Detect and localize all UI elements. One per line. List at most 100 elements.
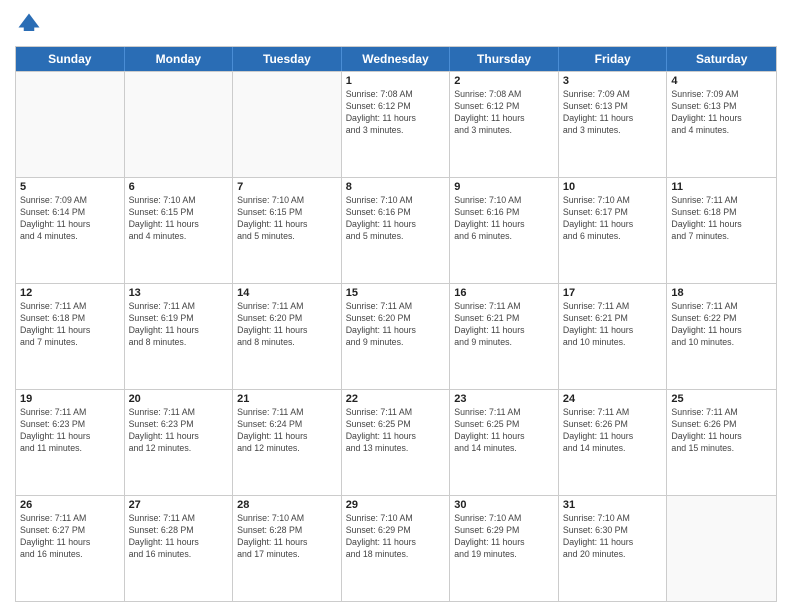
cell-day-number: 6 — [129, 181, 229, 193]
cell-day-number: 31 — [563, 499, 663, 511]
cell-day-info: Sunrise: 7:10 AM Sunset: 6:15 PM Dayligh… — [129, 195, 229, 243]
calendar-cell: 1 Sunrise: 7:08 AM Sunset: 6:12 PM Daylig… — [342, 72, 451, 177]
header — [15, 10, 777, 38]
calendar-row: 19Sunrise: 7:11 AM Sunset: 6:23 PM Dayli… — [16, 389, 776, 495]
calendar-cell: 25 Sunrise: 7:11 AM Sunset: 6:26 PM Dayli… — [667, 390, 776, 495]
calendar-cell — [125, 72, 234, 177]
weekday-header: Wednesday — [342, 47, 451, 71]
cell-day-info: Sunrise: 7:10 AM Sunset: 6:29 PM Dayligh… — [454, 513, 554, 561]
cell-day-info: Sunrise: 7:10 AM Sunset: 6:17 PM Dayligh… — [563, 195, 663, 243]
calendar-cell: 30 Sunrise: 7:10 AM Sunset: 6:29 PM Dayli… — [450, 496, 559, 601]
cell-day-number: 1 — [346, 75, 446, 87]
calendar-row: 26Sunrise: 7:11 AM Sunset: 6:27 PM Dayli… — [16, 495, 776, 601]
cell-day-info: Sunrise: 7:11 AM Sunset: 6:18 PM Dayligh… — [20, 301, 120, 349]
calendar-cell: 21Sunrise: 7:11 AM Sunset: 6:24 PM Dayli… — [233, 390, 342, 495]
cell-day-number: 4 — [671, 75, 772, 87]
weekday-header: Saturday — [667, 47, 776, 71]
calendar-cell: 27 Sunrise: 7:11 AM Sunset: 6:28 PM Dayli… — [125, 496, 234, 601]
cell-day-number: 19 — [20, 393, 120, 405]
calendar-header: SundayMondayTuesdayWednesdayThursdayFrid… — [16, 47, 776, 71]
cell-day-info: Sunrise: 7:08 AM Sunset: 6:12 PM Dayligh… — [454, 89, 554, 137]
calendar-cell: 7 Sunrise: 7:10 AM Sunset: 6:15 PM Daylig… — [233, 178, 342, 283]
cell-day-info: Sunrise: 7:10 AM Sunset: 6:16 PM Dayligh… — [346, 195, 446, 243]
cell-day-info: Sunrise: 7:09 AM Sunset: 6:13 PM Dayligh… — [671, 89, 772, 137]
cell-day-number: 10 — [563, 181, 663, 193]
cell-day-number: 7 — [237, 181, 337, 193]
calendar-cell: 3 Sunrise: 7:09 AM Sunset: 6:13 PM Daylig… — [559, 72, 668, 177]
calendar-body: 1 Sunrise: 7:08 AM Sunset: 6:12 PM Daylig… — [16, 71, 776, 601]
weekday-header: Thursday — [450, 47, 559, 71]
page: SundayMondayTuesdayWednesdayThursdayFrid… — [0, 0, 792, 612]
cell-day-number: 25 — [671, 393, 772, 405]
weekday-header: Friday — [559, 47, 668, 71]
cell-day-number: 21 — [237, 393, 337, 405]
calendar-cell: 23Sunrise: 7:11 AM Sunset: 6:25 PM Dayli… — [450, 390, 559, 495]
calendar-cell: 9 Sunrise: 7:10 AM Sunset: 6:16 PM Daylig… — [450, 178, 559, 283]
cell-day-info: Sunrise: 7:11 AM Sunset: 6:21 PM Dayligh… — [454, 301, 554, 349]
cell-day-info: Sunrise: 7:11 AM Sunset: 6:20 PM Dayligh… — [237, 301, 337, 349]
cell-day-info: Sunrise: 7:10 AM Sunset: 6:15 PM Dayligh… — [237, 195, 337, 243]
cell-day-number: 3 — [563, 75, 663, 87]
cell-day-info: Sunrise: 7:11 AM Sunset: 6:26 PM Dayligh… — [671, 407, 772, 455]
cell-day-number: 17 — [563, 287, 663, 299]
cell-day-info: Sunrise: 7:11 AM Sunset: 6:25 PM Dayligh… — [346, 407, 446, 455]
calendar-cell: 8Sunrise: 7:10 AM Sunset: 6:16 PM Daylig… — [342, 178, 451, 283]
cell-day-info: Sunrise: 7:11 AM Sunset: 6:28 PM Dayligh… — [129, 513, 229, 561]
cell-day-info: Sunrise: 7:11 AM Sunset: 6:25 PM Dayligh… — [454, 407, 554, 455]
cell-day-info: Sunrise: 7:10 AM Sunset: 6:16 PM Dayligh… — [454, 195, 554, 243]
cell-day-info: Sunrise: 7:11 AM Sunset: 6:22 PM Dayligh… — [671, 301, 772, 349]
cell-day-number: 14 — [237, 287, 337, 299]
cell-day-info: Sunrise: 7:08 AM Sunset: 6:12 PM Dayligh… — [346, 89, 446, 137]
calendar-cell: 2 Sunrise: 7:08 AM Sunset: 6:12 PM Daylig… — [450, 72, 559, 177]
cell-day-number: 29 — [346, 499, 446, 511]
calendar-cell: 13 Sunrise: 7:11 AM Sunset: 6:19 PM Dayli… — [125, 284, 234, 389]
calendar-cell: 22 Sunrise: 7:11 AM Sunset: 6:25 PM Dayli… — [342, 390, 451, 495]
calendar-row: 5 Sunrise: 7:09 AM Sunset: 6:14 PM Daylig… — [16, 177, 776, 283]
cell-day-number: 13 — [129, 287, 229, 299]
calendar-cell: 14 Sunrise: 7:11 AM Sunset: 6:20 PM Dayli… — [233, 284, 342, 389]
cell-day-info: Sunrise: 7:10 AM Sunset: 6:30 PM Dayligh… — [563, 513, 663, 561]
calendar-cell: 26Sunrise: 7:11 AM Sunset: 6:27 PM Dayli… — [16, 496, 125, 601]
calendar-cell: 16Sunrise: 7:11 AM Sunset: 6:21 PM Dayli… — [450, 284, 559, 389]
calendar-cell: 31 Sunrise: 7:10 AM Sunset: 6:30 PM Dayli… — [559, 496, 668, 601]
weekday-header: Monday — [125, 47, 234, 71]
calendar-row: 1 Sunrise: 7:08 AM Sunset: 6:12 PM Daylig… — [16, 71, 776, 177]
calendar: SundayMondayTuesdayWednesdayThursdayFrid… — [15, 46, 777, 602]
calendar-cell — [667, 496, 776, 601]
cell-day-info: Sunrise: 7:10 AM Sunset: 6:28 PM Dayligh… — [237, 513, 337, 561]
calendar-row: 12 Sunrise: 7:11 AM Sunset: 6:18 PM Dayli… — [16, 283, 776, 389]
cell-day-number: 9 — [454, 181, 554, 193]
cell-day-number: 22 — [346, 393, 446, 405]
cell-day-number: 20 — [129, 393, 229, 405]
weekday-header: Tuesday — [233, 47, 342, 71]
calendar-cell: 15Sunrise: 7:11 AM Sunset: 6:20 PM Dayli… — [342, 284, 451, 389]
cell-day-number: 12 — [20, 287, 120, 299]
cell-day-info: Sunrise: 7:09 AM Sunset: 6:14 PM Dayligh… — [20, 195, 120, 243]
cell-day-info: Sunrise: 7:09 AM Sunset: 6:13 PM Dayligh… — [563, 89, 663, 137]
calendar-cell — [16, 72, 125, 177]
cell-day-number: 5 — [20, 181, 120, 193]
cell-day-number: 11 — [671, 181, 772, 193]
cell-day-number: 30 — [454, 499, 554, 511]
calendar-cell: 20Sunrise: 7:11 AM Sunset: 6:23 PM Dayli… — [125, 390, 234, 495]
calendar-cell: 5 Sunrise: 7:09 AM Sunset: 6:14 PM Daylig… — [16, 178, 125, 283]
cell-day-number: 18 — [671, 287, 772, 299]
cell-day-info: Sunrise: 7:10 AM Sunset: 6:29 PM Dayligh… — [346, 513, 446, 561]
weekday-header: Sunday — [16, 47, 125, 71]
cell-day-number: 2 — [454, 75, 554, 87]
cell-day-info: Sunrise: 7:11 AM Sunset: 6:18 PM Dayligh… — [671, 195, 772, 243]
logo — [15, 10, 47, 38]
calendar-cell: 11 Sunrise: 7:11 AM Sunset: 6:18 PM Dayli… — [667, 178, 776, 283]
cell-day-number: 27 — [129, 499, 229, 511]
calendar-cell: 17Sunrise: 7:11 AM Sunset: 6:21 PM Dayli… — [559, 284, 668, 389]
calendar-cell: 24 Sunrise: 7:11 AM Sunset: 6:26 PM Dayli… — [559, 390, 668, 495]
calendar-cell — [233, 72, 342, 177]
calendar-cell: 19Sunrise: 7:11 AM Sunset: 6:23 PM Dayli… — [16, 390, 125, 495]
cell-day-number: 15 — [346, 287, 446, 299]
calendar-cell: 6 Sunrise: 7:10 AM Sunset: 6:15 PM Daylig… — [125, 178, 234, 283]
cell-day-info: Sunrise: 7:11 AM Sunset: 6:26 PM Dayligh… — [563, 407, 663, 455]
calendar-cell: 18 Sunrise: 7:11 AM Sunset: 6:22 PM Dayli… — [667, 284, 776, 389]
cell-day-number: 24 — [563, 393, 663, 405]
cell-day-info: Sunrise: 7:11 AM Sunset: 6:19 PM Dayligh… — [129, 301, 229, 349]
cell-day-info: Sunrise: 7:11 AM Sunset: 6:27 PM Dayligh… — [20, 513, 120, 561]
